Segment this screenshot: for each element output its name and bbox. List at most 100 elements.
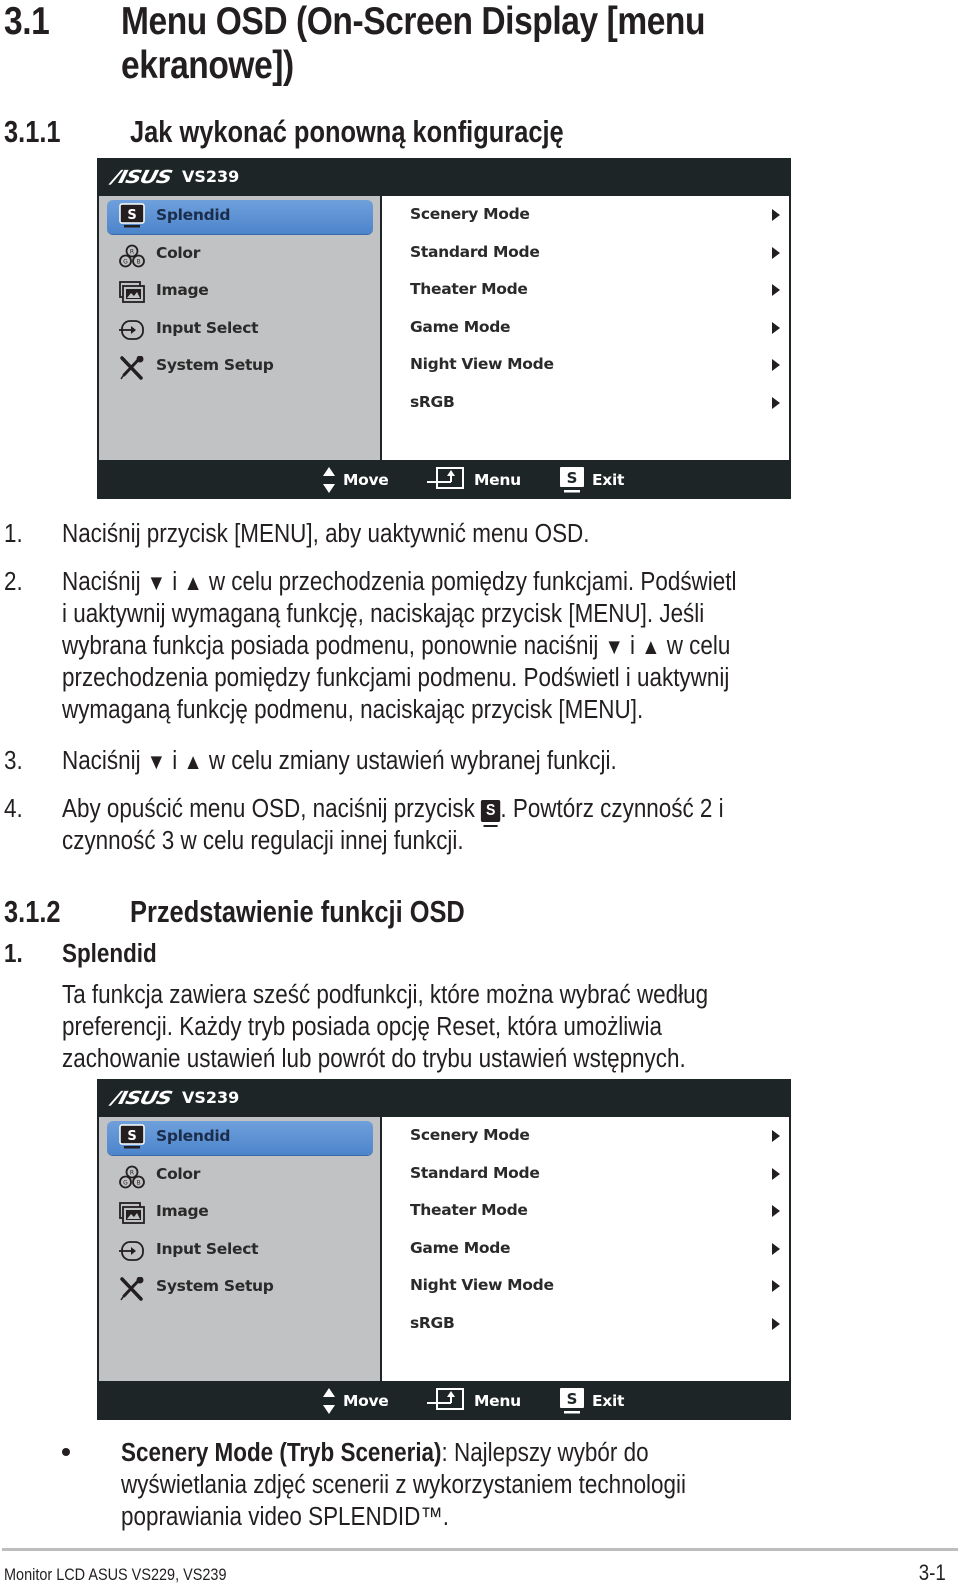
s-button-icon: S <box>481 800 501 827</box>
osd-submenu-item-label: sRGB <box>410 1314 455 1332</box>
osd-menu-item-system-setup[interactable]: System Setup <box>107 1271 373 1305</box>
subsection2-number: 3.1.2 <box>4 894 61 929</box>
svg-text:S: S <box>567 469 578 487</box>
osd-submenu-item-standard-mode[interactable]: Standard Mode <box>410 238 780 268</box>
triangle-right-icon <box>772 1205 780 1218</box>
osd-menu-item-input-select[interactable]: Input Select <box>107 1234 373 1268</box>
feature-desc-line2: preferencji. Każdy tryb posiada opcję Re… <box>62 1013 662 1041</box>
osd-footer-label: Move <box>343 1392 389 1410</box>
osd-submenu-item-label: Scenery Mode <box>410 1126 530 1144</box>
enter-icon <box>427 466 467 497</box>
osd-menu-item-input-select[interactable]: Input Select <box>107 313 373 347</box>
osd-menu-item-label: Color <box>156 1164 201 1183</box>
wrench-screwdriver-icon <box>119 1276 144 1301</box>
osd-submenu-item-night-view-mode[interactable]: Night View Mode <box>410 1271 780 1301</box>
step-number: 3. <box>4 747 23 775</box>
osd-submenu-item-srgb[interactable]: sRGB <box>410 1309 780 1339</box>
splendid-s-icon: S <box>119 1124 145 1149</box>
step-3-line-1: Naciśnij ▼ i ▲ w celu zmiany ustawień wy… <box>62 747 617 775</box>
triangle-right-icon <box>772 284 780 297</box>
osd-submenu-item-srgb[interactable]: sRGB <box>410 388 780 418</box>
step-2-line-2: i uaktywnij wymaganą funkcję, naciskając… <box>62 600 705 628</box>
up-triangle-icon: ▲ <box>183 570 203 595</box>
down-triangle-icon: ▼ <box>146 749 166 774</box>
osd-main-menu: S Splendid R G B Color Image Input Select System… <box>99 196 380 460</box>
triangle-right-icon <box>772 1130 780 1142</box>
asus-logo: /ISUS <box>109 1088 174 1109</box>
image-icon <box>119 281 145 303</box>
osd-footer: Move Menu S Exit <box>97 460 791 499</box>
subsection-number: 3.1.1 <box>4 114 61 149</box>
osd-header: /ISUS VS239 <box>97 158 791 196</box>
footer-title: Monitor LCD ASUS VS229, VS239 <box>4 1565 227 1584</box>
svg-text:S: S <box>127 1129 136 1144</box>
input-select-icon <box>119 1240 144 1262</box>
triangle-right-icon <box>772 209 780 221</box>
svg-text:S: S <box>567 1390 578 1408</box>
bullet-line3: poprawiania video SPLENDID™. <box>121 1503 450 1531</box>
triangle-right-icon <box>772 321 780 334</box>
osd-menu-item-splendid[interactable]: S Splendid <box>107 1121 373 1155</box>
osd-submenu-item-theater-mode[interactable]: Theater Mode <box>410 275 780 305</box>
osd-submenu-item-label: Standard Mode <box>410 1163 540 1182</box>
feature-desc-line1: Ta funkcja zawiera sześć podfunkcji, któ… <box>62 981 709 1009</box>
osd-menu-item-label: Color <box>156 243 201 262</box>
bullet-text: : Najlepszy wybór do <box>441 1439 649 1467</box>
osd-submenu-item-night-view-mode[interactable]: Night View Mode <box>410 350 780 380</box>
osd-submenu-item-theater-mode[interactable]: Theater Mode <box>410 1196 780 1226</box>
triangle-right-icon <box>772 1318 780 1330</box>
osd-submenu-item-game-mode[interactable]: Game Mode <box>410 313 780 343</box>
osd-menu-item-system-setup[interactable]: System Setup <box>107 350 373 384</box>
bullet-dot <box>62 1448 70 1456</box>
image-icon <box>119 1202 145 1224</box>
asus-logo: /ISUS <box>109 167 174 188</box>
feature-title: Splendid <box>62 940 157 968</box>
osd-menu-item-image[interactable]: Image <box>107 1196 373 1230</box>
enter-icon <box>427 1387 467 1418</box>
svg-text:B: B <box>136 1179 140 1186</box>
triangle-right-icon <box>772 1280 780 1293</box>
osd-footer-label: Menu <box>474 471 521 489</box>
feature-desc-line3: zachowanie ustawień lub powrót do trybu … <box>62 1045 686 1073</box>
osd-submenu-item-scenery-mode[interactable]: Scenery Mode <box>410 200 780 230</box>
osd-submenu-item-scenery-mode[interactable]: Scenery Mode <box>410 1121 780 1151</box>
osd-submenu-item-game-mode[interactable]: Game Mode <box>410 1234 780 1264</box>
step-text: Aby opuścić menu OSD, naciśnij przycisk <box>62 795 482 823</box>
osd-menu-item-label: Splendid <box>156 1127 231 1145</box>
bullet-line2: wyświetlania zdjęć scenerii z wykorzysta… <box>121 1471 686 1499</box>
osd-footer-label: Exit <box>592 1392 625 1410</box>
osd-menu-screenshot: /ISUS VS239 S Splendid R G B Color Image Input … <box>97 158 791 499</box>
osd-menu-item-image[interactable]: Image <box>107 275 373 309</box>
svg-text:S: S <box>127 208 136 223</box>
osd-footer-label: Move <box>343 471 389 489</box>
osd-menu-item-color[interactable]: R G B Color <box>107 1159 373 1193</box>
osd-submenu-item-label: Theater Mode <box>410 280 528 299</box>
osd-menu-item-label: Image <box>156 1202 209 1220</box>
bullet-line1: Scenery Mode (Tryb Sceneria): Najlepszy … <box>121 1437 649 1469</box>
up-triangle-icon: ▲ <box>641 634 661 659</box>
osd-menu-item-splendid[interactable]: S Splendid <box>107 200 373 234</box>
osd-menu-item-color[interactable]: R G B Color <box>107 238 373 272</box>
input-select-icon <box>119 319 144 341</box>
section-number: 3.1 <box>4 0 50 43</box>
osd-submenu-item-label: Standard Mode <box>410 242 540 261</box>
svg-text:B: B <box>136 258 140 265</box>
osd-menu-item-label: Image <box>156 281 209 299</box>
s-button-icon: S <box>559 466 585 499</box>
up-down-arrows-icon <box>322 1387 336 1420</box>
osd-submenu-item-label: Theater Mode <box>410 1201 528 1220</box>
svg-text:G: G <box>123 258 128 265</box>
osd-submenu-item-label: Game Mode <box>410 1238 511 1257</box>
step-2-line-5: wymaganą funkcję podmenu, naciskając prz… <box>62 696 644 724</box>
triangle-right-icon <box>772 1242 780 1255</box>
rgb-color-icon: RG B <box>119 1165 145 1188</box>
step-4-line-1: Aby opuścić menu OSD, naciśnij przycisk … <box>62 793 724 827</box>
section-title-line2: ekranowe]) <box>121 44 294 87</box>
osd-menu-item-label: Input Select <box>156 1239 259 1258</box>
osd-submenu-item-label: Game Mode <box>410 317 511 336</box>
step-number: 4. <box>4 795 23 823</box>
svg-text:G: G <box>123 1179 128 1186</box>
osd-submenu-item-standard-mode[interactable]: Standard Mode <box>410 1159 780 1189</box>
model-name: VS239 <box>182 167 240 186</box>
step-2-line-1: Naciśnij ▼ i ▲ w celu przechodzenia pomi… <box>62 568 737 596</box>
